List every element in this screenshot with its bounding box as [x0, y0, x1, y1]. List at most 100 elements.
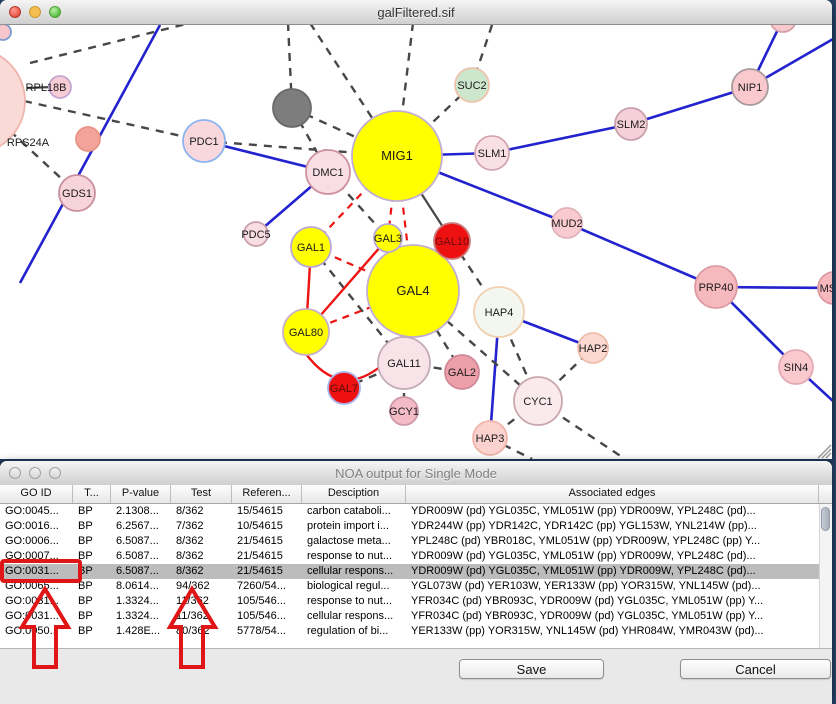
table-cell: 8.0614...: [111, 579, 171, 594]
table-row[interactable]: GO:0031...BP6.5087...8/36221/54615cellul…: [0, 564, 819, 579]
table-cell: BP: [73, 549, 111, 564]
table-cell: GO:0031...: [0, 594, 73, 609]
table-row[interactable]: GO:0050...BP1.428E...80/3625778/54...reg…: [0, 624, 819, 639]
scrollbar-thumb[interactable]: [821, 507, 830, 531]
table-cell: response to nut...: [302, 594, 406, 609]
network-edge: [492, 124, 631, 153]
column-header[interactable]: Referen...: [232, 485, 302, 503]
table-cell: 21/54615: [232, 534, 302, 549]
table-cell: YDR009W (pd) YGL035C, YML051W (pp) YDR00…: [406, 564, 819, 579]
table-cell: 105/546...: [232, 594, 302, 609]
table-cell: 1.3324...: [111, 594, 171, 609]
table-cell: 1.428E...: [111, 624, 171, 639]
node-label-MSL1: MSL1: [820, 283, 832, 295]
table-cell: 6.5087...: [111, 564, 171, 579]
zoom-button[interactable]: [49, 467, 61, 479]
network-window-titlebar[interactable]: galFiltered.sif: [0, 0, 832, 25]
column-header[interactable]: Desciption: [302, 485, 406, 503]
close-button[interactable]: [9, 6, 21, 18]
table-cell: 7/362: [171, 519, 232, 534]
column-header[interactable]: P-value: [111, 485, 171, 503]
table-body: GO:0045...BP2.1308...8/36215/54615carbon…: [0, 504, 832, 649]
table-cell: BP: [73, 534, 111, 549]
table-cell: cellular respons...: [302, 609, 406, 624]
table-cell: carbon cataboli...: [302, 504, 406, 519]
node-gray-node[interactable]: [273, 89, 311, 127]
table-cell: BP: [73, 504, 111, 519]
network-edge: [567, 223, 716, 287]
noa-window-titlebar[interactable]: NOA output for Single Mode: [0, 461, 832, 486]
table-cell: cellular respons...: [302, 564, 406, 579]
resize-grip-icon[interactable]: [818, 445, 831, 458]
table-cell: BP: [73, 519, 111, 534]
node-label-MIG1: MIG1: [381, 148, 413, 163]
table-cell: BP: [73, 564, 111, 579]
column-header[interactable]: GO ID: [0, 485, 73, 503]
cancel-button[interactable]: Cancel: [680, 659, 831, 679]
table-row[interactable]: GO:0065...BP8.0614...94/3627260/54...bio…: [0, 579, 819, 594]
noa-output-window: NOA output for Single Mode GO IDT...P-va…: [0, 461, 832, 704]
node-label-GAL11: GAL11: [387, 358, 420, 370]
zoom-button[interactable]: [49, 6, 61, 18]
node-RPS24A[interactable]: [76, 127, 100, 151]
traffic-lights: [9, 6, 69, 18]
node-label-NIP1: NIP1: [738, 82, 762, 94]
table-cell: 6.5087...: [111, 549, 171, 564]
node-label-PRP40: PRP40: [699, 282, 734, 294]
column-header[interactable]: Test: [171, 485, 232, 503]
network-edge: [20, 25, 160, 283]
table-row[interactable]: GO:0045...BP2.1308...8/36215/54615carbon…: [0, 504, 819, 519]
table-cell: YFR034C (pd) YBR093C, YDR009W (pd) YGL03…: [406, 609, 819, 624]
network-edge: [30, 25, 190, 63]
node-top-right[interactable]: [770, 25, 796, 32]
table-cell: biological regul...: [302, 579, 406, 594]
node-corner-tiny[interactable]: [0, 25, 11, 40]
minimize-button[interactable]: [29, 6, 41, 18]
node-label-SLM1: SLM1: [478, 148, 507, 160]
table-cell: YGL073W (pd) YER103W, YER133W (pp) YOR31…: [406, 579, 819, 594]
vertical-scrollbar[interactable]: [819, 504, 832, 648]
table-cell: BP: [73, 594, 111, 609]
table-row[interactable]: GO:0031...BP1.3324...11/362105/546...res…: [0, 594, 819, 609]
node-label-RPL18B: RPL18B: [26, 82, 67, 94]
table-cell: galactose meta...: [302, 534, 406, 549]
column-header[interactable]: T...: [73, 485, 111, 503]
node-label-GAL10: GAL10: [435, 236, 469, 248]
table-cell: GO:0006...: [0, 534, 73, 549]
table-cell: 6.2567...: [111, 519, 171, 534]
window-title: galFiltered.sif: [377, 5, 454, 20]
node-label-CYC1: CYC1: [523, 396, 552, 408]
node-label-GAL80: GAL80: [289, 327, 323, 339]
node-label-HAP2: HAP2: [579, 343, 608, 355]
table-cell: 105/546...: [232, 609, 302, 624]
table-cell: YPL248C (pd) YBR018C, YML051W (pp) YDR00…: [406, 534, 819, 549]
node-label-PDC1: PDC1: [189, 136, 218, 148]
table-row[interactable]: GO:0007...BP6.5087...8/36221/54615respon…: [0, 549, 819, 564]
scroll-corner: [819, 485, 832, 503]
close-button[interactable]: [9, 467, 21, 479]
table-row[interactable]: GO:0016...BP6.2567...7/36210/54615protei…: [0, 519, 819, 534]
node-label-HAP4: HAP4: [485, 307, 514, 319]
table-row[interactable]: GO:0031...BP1.3324...11/362105/546...cel…: [0, 609, 819, 624]
table-cell: 11/362: [171, 594, 232, 609]
table-cell: 6.5087...: [111, 534, 171, 549]
table-cell: 21/54615: [232, 549, 302, 564]
node-label-GAL3: GAL3: [374, 233, 402, 245]
table-cell: 21/54615: [232, 564, 302, 579]
save-button[interactable]: Save: [459, 659, 604, 679]
table-cell: 8/362: [171, 504, 232, 519]
table-row[interactable]: GO:0006...BP6.5087...8/36221/54615galact…: [0, 534, 819, 549]
table-cell: 94/362: [171, 579, 232, 594]
table-cell: protein import i...: [302, 519, 406, 534]
table-cell: GO:0016...: [0, 519, 73, 534]
table-cell: BP: [73, 624, 111, 639]
network-window: galFiltered.sif RPL18BRPS24AGDS1PDC1DMC1…: [0, 0, 832, 460]
network-canvas[interactable]: RPL18BRPS24AGDS1PDC1DMC1MIG1SUC2SLM1SLM2…: [0, 25, 832, 461]
minimize-button[interactable]: [29, 467, 41, 479]
table-cell: YDR244W (pp) YDR142C, YDR142C (pp) YGL15…: [406, 519, 819, 534]
results-table: GO IDT...P-valueTestReferen...Desciption…: [0, 485, 832, 649]
table-cell: YDR009W (pd) YGL035C, YML051W (pp) YDR00…: [406, 549, 819, 564]
traffic-lights-inactive: [9, 467, 69, 479]
node-label-MUD2: MUD2: [551, 218, 582, 230]
column-header[interactable]: Associated edges: [406, 485, 819, 503]
